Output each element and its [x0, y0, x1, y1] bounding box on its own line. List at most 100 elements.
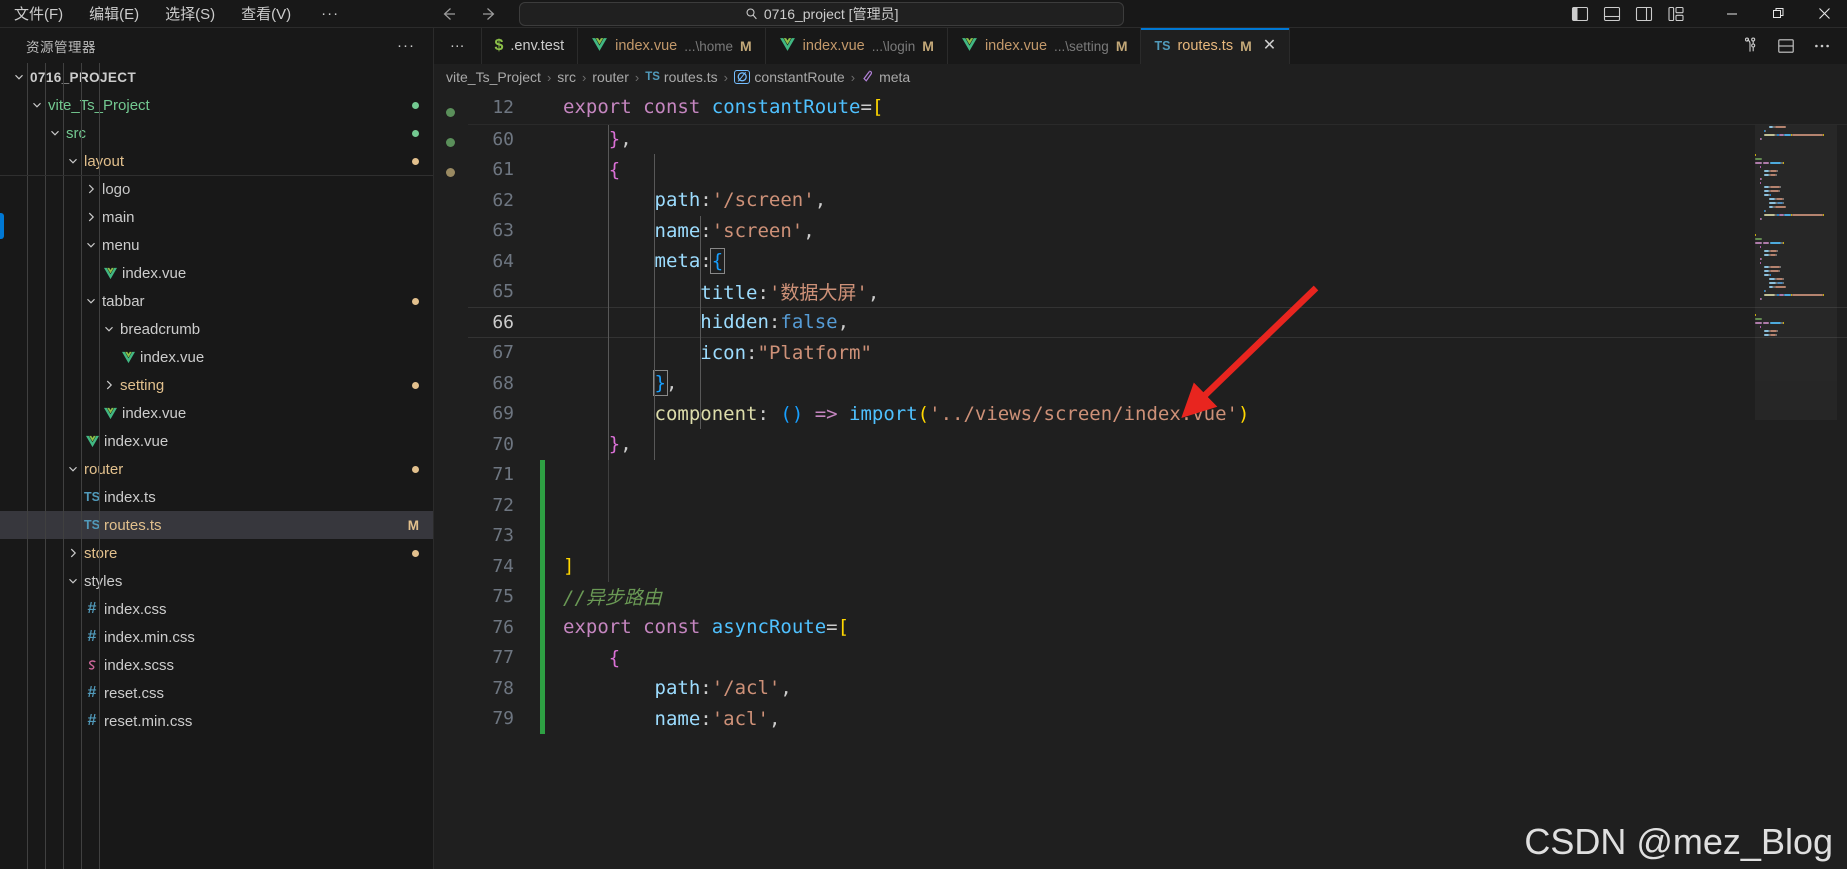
- code-lines[interactable]: 60 },61 {62 path:'/screen',63 name:'scre…: [468, 124, 1847, 734]
- breadcrumb-item[interactable]: TSroutes.ts: [645, 69, 717, 85]
- breadcrumb-item[interactable]: vite_Ts_Project: [446, 69, 541, 85]
- code-line[interactable]: 69 component: () => import('../views/scr…: [468, 399, 1847, 430]
- code-line[interactable]: 74]: [468, 551, 1847, 582]
- restore-button[interactable]: [1755, 0, 1801, 28]
- chevron-down-icon[interactable]: [82, 238, 100, 252]
- menu-selection[interactable]: 选择(S): [165, 3, 215, 24]
- file-tree[interactable]: 0716_PROJECTvite_Ts_Projectsrclayoutlogo…: [0, 63, 433, 869]
- chevron-down-icon[interactable]: [28, 98, 46, 112]
- minimap-slider[interactable]: [1755, 90, 1837, 420]
- tree-folder-item[interactable]: setting: [0, 371, 433, 399]
- panel-right-icon[interactable]: [1635, 5, 1653, 23]
- code-line[interactable]: 64 meta:{: [468, 246, 1847, 277]
- panel-left-icon[interactable]: [1571, 5, 1589, 23]
- code-line[interactable]: 60 },: [468, 124, 1847, 155]
- chevron-right-icon[interactable]: [64, 546, 82, 560]
- minimize-button[interactable]: [1709, 0, 1755, 28]
- editor-tab[interactable]: TSroutes.tsM✕: [1141, 28, 1290, 64]
- chevron-down-icon[interactable]: [82, 294, 100, 308]
- tree-file-item[interactable]: TSindex.ts: [0, 483, 433, 511]
- editor-tabs[interactable]: $.env.testindex.vue...\homeMindex.vue...…: [482, 28, 1726, 64]
- menu-view[interactable]: 查看(V): [241, 3, 291, 24]
- editor-tab[interactable]: index.vue...\loginM: [766, 28, 948, 64]
- tree-root-item[interactable]: 0716_PROJECT: [0, 63, 433, 91]
- tree-file-item[interactable]: #index.min.css: [0, 623, 433, 651]
- breadcrumb-item[interactable]: router: [592, 69, 629, 85]
- tree-file-item[interactable]: TSroutes.tsM: [0, 511, 433, 539]
- code-line[interactable]: 68 },: [468, 368, 1847, 399]
- split-editor-icon[interactable]: [1741, 37, 1759, 55]
- chevron-down-icon[interactable]: [10, 70, 28, 84]
- editor-tab[interactable]: index.vue...\homeM: [578, 28, 766, 64]
- breadcrumb-item[interactable]: meta: [861, 69, 910, 86]
- code-line[interactable]: 78 path:'/acl',: [468, 673, 1847, 704]
- tree-file-item[interactable]: index.vue: [0, 259, 433, 287]
- tree-file-item[interactable]: index.vue: [0, 343, 433, 371]
- chevron-down-icon[interactable]: [46, 126, 64, 140]
- code-line[interactable]: 77 {: [468, 643, 1847, 674]
- panel-bottom-icon[interactable]: [1603, 5, 1621, 23]
- close-button[interactable]: [1801, 0, 1847, 28]
- chevron-right-icon[interactable]: [82, 210, 100, 224]
- code-line[interactable]: 73: [468, 521, 1847, 552]
- breadcrumb-item[interactable]: ∅constantRoute: [734, 69, 845, 85]
- code-line[interactable]: 61 {: [468, 155, 1847, 186]
- editor-actions-more-icon[interactable]: [1813, 37, 1831, 55]
- chevron-down-icon[interactable]: [64, 462, 82, 476]
- tree-folder-item[interactable]: main: [0, 203, 433, 231]
- tree-folder-item[interactable]: menu: [0, 231, 433, 259]
- tree-file-item[interactable]: #index.css: [0, 595, 433, 623]
- code-token: [563, 159, 609, 181]
- tree-folder-item[interactable]: store: [0, 539, 433, 567]
- chevron-down-icon[interactable]: [64, 574, 82, 588]
- menu-overflow-icon[interactable]: ···: [317, 5, 339, 22]
- code-line[interactable]: 65 title:'数据大屏',: [468, 277, 1847, 308]
- tree-folder-item[interactable]: vite_Ts_Project: [0, 91, 433, 119]
- code-line[interactable]: 71: [468, 460, 1847, 491]
- explorer-more-icon[interactable]: ···: [397, 37, 415, 54]
- code-text: path:'/screen',: [545, 189, 826, 211]
- tree-folder-item[interactable]: layout: [0, 147, 433, 175]
- breadcrumb-item[interactable]: src: [557, 69, 576, 85]
- arrow-left-icon[interactable]: [437, 3, 459, 25]
- tree-folder-item[interactable]: src: [0, 119, 433, 147]
- tab-close-icon[interactable]: ✕: [1263, 38, 1276, 54]
- tree-file-item[interactable]: #reset.css: [0, 679, 433, 707]
- tabs-overflow-icon[interactable]: ···: [434, 28, 482, 64]
- arrow-right-icon[interactable]: [479, 3, 501, 25]
- chevron-down-icon[interactable]: [64, 154, 82, 168]
- customize-layout-icon[interactable]: [1667, 5, 1685, 23]
- chevron-right-icon[interactable]: [82, 182, 100, 196]
- command-center-search[interactable]: 0716_project [管理员]: [519, 2, 1124, 26]
- tree-file-item[interactable]: index.vue: [0, 427, 433, 455]
- code-content[interactable]: 12 export const constantRoute=[ 60 },61 …: [468, 90, 1847, 869]
- editor-tab[interactable]: index.vue...\settingM: [948, 28, 1142, 64]
- menu-edit[interactable]: 编辑(E): [89, 3, 139, 24]
- tree-file-item[interactable]: #reset.min.css: [0, 707, 433, 735]
- code-editor[interactable]: 12 export const constantRoute=[ 60 },61 …: [434, 90, 1847, 869]
- code-line[interactable]: 66 hidden:false,: [468, 307, 1847, 338]
- tree-folder-item[interactable]: logo: [0, 175, 433, 203]
- tree-folder-item[interactable]: styles: [0, 567, 433, 595]
- code-line[interactable]: 62 path:'/screen',: [468, 185, 1847, 216]
- code-line[interactable]: 72: [468, 490, 1847, 521]
- code-line[interactable]: 63 name:'screen',: [468, 216, 1847, 247]
- breadcrumb[interactable]: vite_Ts_Project›src›router›TSroutes.ts›∅…: [434, 64, 1847, 90]
- menu-file[interactable]: 文件(F): [14, 3, 63, 24]
- code-line[interactable]: 75//异步路由: [468, 582, 1847, 613]
- tree-folder-item[interactable]: breadcrumb: [0, 315, 433, 343]
- split-editor-down-icon[interactable]: [1777, 37, 1795, 55]
- tree-file-item[interactable]: index.scss: [0, 651, 433, 679]
- code-line[interactable]: 67 icon:"Platform": [468, 338, 1847, 369]
- chevron-down-icon[interactable]: [100, 322, 118, 336]
- editor-tab[interactable]: $.env.test: [482, 28, 579, 64]
- code-line[interactable]: 76export const asyncRoute=[: [468, 612, 1847, 643]
- code-line[interactable]: 70 },: [468, 429, 1847, 460]
- tree-folder-item[interactable]: router: [0, 455, 433, 483]
- sticky-scroll-line[interactable]: 12 export const constantRoute=[: [468, 90, 1847, 124]
- tree-folder-item[interactable]: tabbar: [0, 287, 433, 315]
- tree-file-item[interactable]: index.vue: [0, 399, 433, 427]
- chevron-right-icon[interactable]: [100, 378, 118, 392]
- code-line[interactable]: 79 name:'acl',: [468, 704, 1847, 735]
- minimap[interactable]: [1755, 90, 1837, 869]
